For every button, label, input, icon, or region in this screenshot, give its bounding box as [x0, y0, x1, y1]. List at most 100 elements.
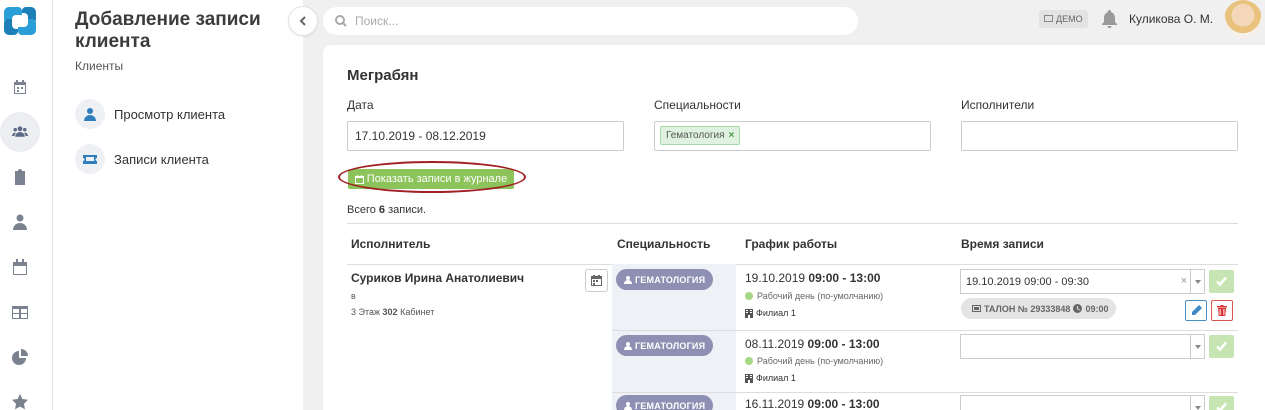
schedule-date: 19.10.2019 09:00 - 13:00 [745, 271, 880, 285]
doctor-icon[interactable] [0, 202, 40, 242]
confirm-button[interactable] [1209, 335, 1234, 358]
calendar-icon[interactable] [0, 67, 40, 107]
view-client-link[interactable]: Просмотр клиента [75, 99, 225, 129]
users-icon[interactable] [0, 112, 40, 152]
calendar-icon [354, 174, 364, 184]
executor-room-number: 302 [382, 307, 398, 317]
schedule-day-type: Рабочий день (по-умолчанию) [745, 291, 883, 301]
ticket-icon [75, 144, 105, 174]
specialty-badge-label: ГЕМАТОЛОГИЯ [635, 340, 706, 351]
executor-calendar-button[interactable] [585, 269, 608, 292]
icon-rail [0, 0, 53, 410]
time-slot-select[interactable]: 19.10.2019 09:00 - 09:30 × [960, 269, 1205, 294]
collapse-sidebar-button[interactable] [288, 6, 318, 36]
total-prefix: Всего [347, 204, 376, 216]
schedule-branch: Филиал 1 [745, 373, 796, 383]
schedule-branch: Филиал 1 [745, 308, 796, 318]
schedule-hours: 09:00 - 13:00 [807, 337, 880, 351]
ticket-number: ТАЛОН № 29333848 [984, 303, 1071, 314]
app-logo-icon[interactable] [3, 4, 37, 38]
col-header-executor: Исполнитель [351, 237, 431, 251]
avatar[interactable] [1224, 0, 1262, 38]
ticket-time: 09:00 [1085, 303, 1109, 314]
status-dot [745, 292, 753, 300]
building-icon [745, 308, 753, 318]
date-label: Дата [347, 98, 374, 112]
time-slot-select[interactable] [960, 395, 1205, 410]
schedule-branch-label: Филиал 1 [756, 373, 796, 383]
pie-chart-icon[interactable] [0, 337, 40, 377]
check-icon [1216, 402, 1227, 410]
bell-icon [1102, 10, 1117, 28]
specialty-tag: Гематология × [660, 126, 741, 145]
executors-input[interactable] [962, 122, 1237, 150]
demo-badge[interactable]: ДЕМО [1039, 10, 1088, 28]
schedule-date-value: 19.10.2019 [745, 271, 806, 285]
specialty-badge: ГЕМАТОЛОГИЯ [616, 335, 714, 356]
executors-label: Исполнители [961, 98, 1035, 112]
executor-subtitle: в [351, 291, 356, 301]
star-icon[interactable] [0, 382, 40, 410]
schedule-icon[interactable] [0, 247, 40, 287]
client-records-label: Записи клиента [114, 151, 209, 167]
table-icon[interactable] [0, 292, 40, 332]
executor-room-label: Кабинет [400, 307, 435, 317]
chevron-down-icon[interactable] [1190, 396, 1204, 410]
executor-room: 3 Этаж 302 Кабинет [351, 307, 434, 317]
executors-select[interactable] [961, 121, 1238, 151]
client-name: Меграбян [347, 67, 419, 84]
specialty-badge-label: ГЕМАТОЛОГИЯ [635, 274, 706, 285]
demo-label: ДЕМО [1056, 14, 1083, 24]
page-title: Добавление записи клиента [75, 9, 261, 52]
chevron-left-icon [299, 16, 306, 26]
user-name[interactable]: Куликова О. М. [1129, 12, 1213, 26]
time-slot-select[interactable] [960, 334, 1205, 359]
records-total: Всего 6 записи. [347, 204, 426, 216]
confirm-button[interactable] [1209, 396, 1234, 410]
col-header-schedule: График работы [745, 237, 838, 251]
remove-tag-button[interactable]: × [729, 130, 735, 141]
specialty-select[interactable]: Гематология × [654, 121, 931, 151]
clipboard-icon[interactable] [0, 157, 40, 197]
edit-button[interactable] [1185, 300, 1207, 321]
show-in-journal-button[interactable]: Показать записи в журнале [348, 169, 514, 189]
clock-icon [1073, 304, 1083, 313]
schedule-branch-label: Филиал 1 [756, 308, 796, 318]
schedule-hours: 09:00 - 13:00 [807, 397, 880, 410]
specialty-badge: ГЕМАТОЛОГИЯ [616, 269, 714, 290]
specialty-badge: ГЕМАТОЛОГИЯ [616, 395, 714, 410]
user-icon [624, 401, 632, 410]
specialty-label: Специальности [654, 98, 741, 112]
executor-name: Суриков Ирина Анатолиевич [351, 271, 525, 285]
total-count: 6 [378, 204, 386, 216]
user-icon [624, 341, 632, 350]
col-header-time: Время записи [961, 237, 1044, 251]
chevron-down-icon[interactable] [1190, 270, 1204, 293]
breadcrumb[interactable]: Клиенты [75, 59, 123, 73]
status-dot [745, 357, 753, 365]
user-icon [624, 275, 632, 284]
clear-selection-button[interactable]: × [1181, 275, 1187, 287]
schedule-day-type-label: Рабочий день (по-умолчанию) [757, 291, 884, 301]
schedule-date: 08.11.2019 09:00 - 13:00 [745, 337, 880, 351]
search-bar[interactable] [323, 7, 858, 35]
schedule-date-value: 08.11.2019 [745, 337, 805, 351]
user-icon [75, 99, 105, 129]
client-records-link[interactable]: Записи клиента [75, 144, 209, 174]
table-top-divider [347, 223, 1238, 224]
executor-floor: 3 Этаж [351, 307, 381, 317]
specialty-badge-label: ГЕМАТОЛОГИЯ [635, 400, 706, 410]
building-icon [745, 373, 753, 383]
confirm-button[interactable] [1209, 270, 1234, 293]
delete-button[interactable] [1211, 300, 1233, 321]
search-icon [335, 15, 347, 27]
date-range-field[interactable] [347, 121, 624, 151]
chevron-down-icon[interactable] [1190, 335, 1204, 358]
schedule-day-type: Рабочий день (по-умолчанию) [745, 356, 883, 366]
schedule-day-type-label: Рабочий день (по-умолчанию) [757, 356, 884, 366]
pencil-icon [1191, 305, 1202, 315]
date-range-input[interactable] [348, 122, 623, 150]
search-input[interactable] [355, 14, 835, 28]
notifications-button[interactable] [1101, 10, 1118, 28]
total-suffix: записи. [388, 204, 427, 216]
